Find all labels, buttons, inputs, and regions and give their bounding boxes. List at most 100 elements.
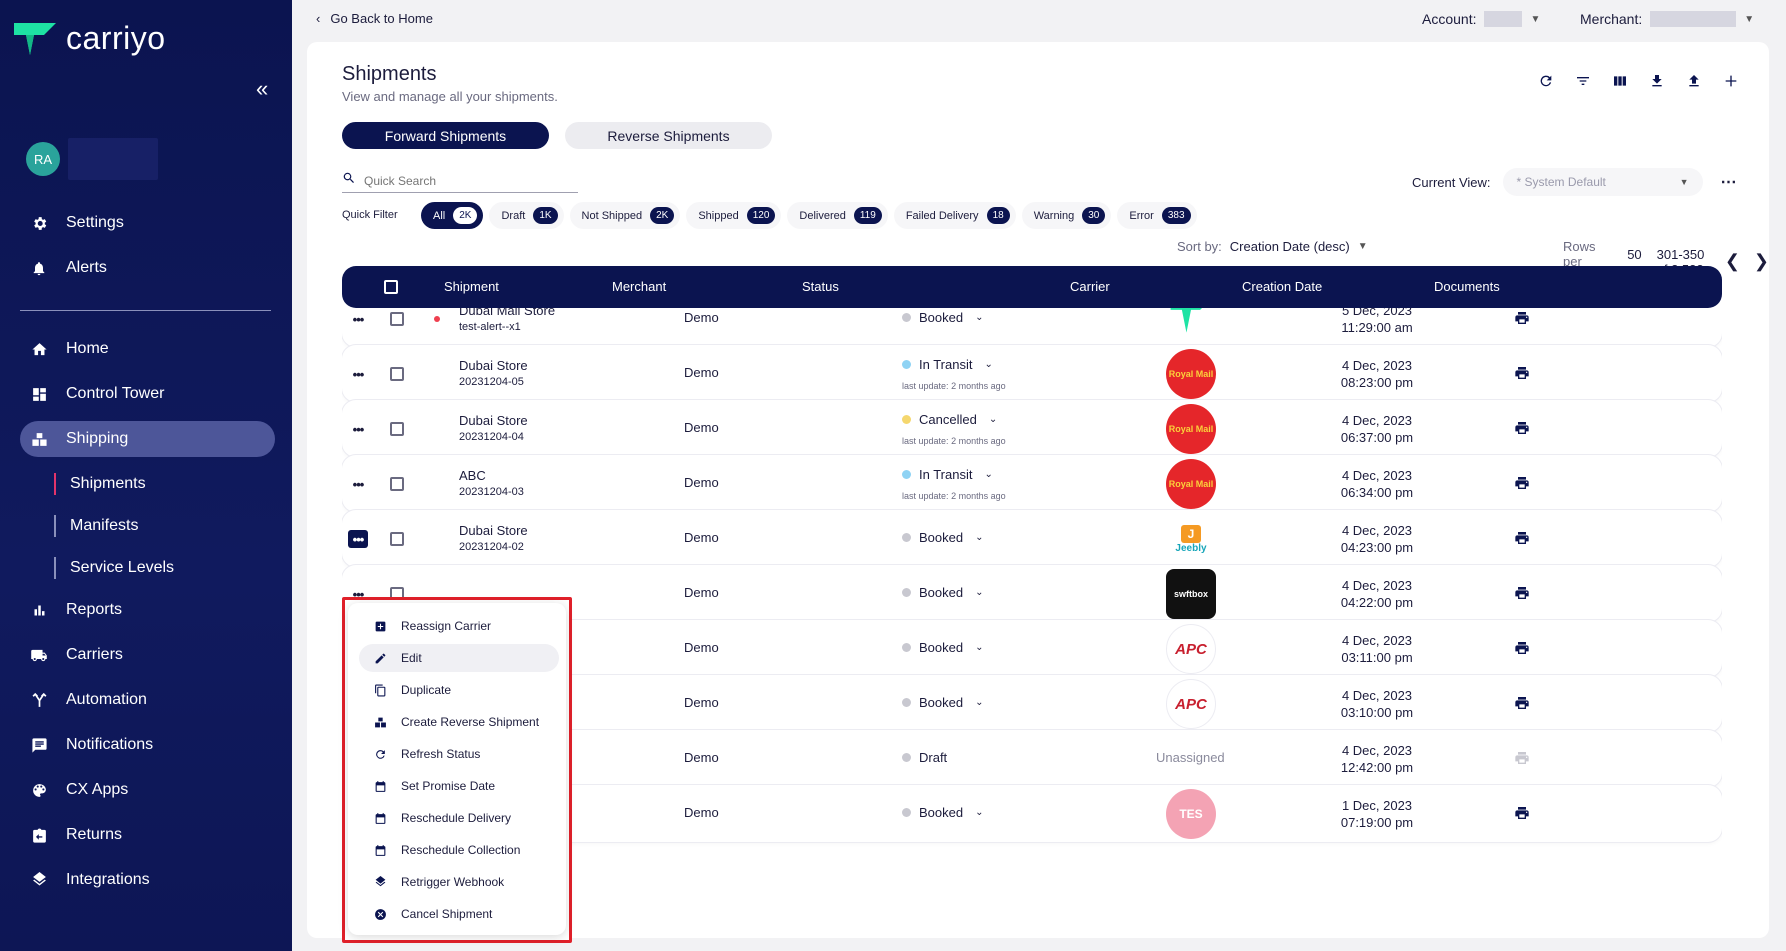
next-page-icon[interactable]: ❯	[1754, 251, 1769, 272]
menu-item-refresh-status[interactable]: Refresh Status	[359, 740, 559, 768]
table-row[interactable]: ••• Dubai Store 20231204-02 Demo Booked ⌄ J Jee…	[342, 510, 1722, 567]
print-icon[interactable]	[1514, 530, 1530, 549]
add-icon[interactable]	[1722, 72, 1739, 89]
merchant-selector[interactable]: Merchant: ▼	[1580, 11, 1754, 27]
user-profile[interactable]: RA	[26, 138, 158, 180]
shipment-cell[interactable]: Dubai Mall Store test-alert--x1	[459, 308, 555, 336]
column-header-merchant[interactable]: Merchant	[612, 279, 666, 294]
search-input[interactable]	[364, 173, 564, 188]
filter-chip-delivered[interactable]: Delivered 119	[787, 202, 888, 229]
filter-chip-shipped[interactable]: Shipped 120	[686, 202, 782, 229]
print-icon[interactable]	[1514, 420, 1530, 439]
sidebar-item-notifications[interactable]: Notifications	[20, 727, 275, 763]
menu-item-retrigger-webhook[interactable]: Retrigger Webhook	[359, 868, 559, 896]
column-header-documents[interactable]: Documents	[1434, 279, 1500, 294]
menu-item-reschedule-collection[interactable]: Reschedule Collection	[359, 836, 559, 864]
shipment-cell[interactable]: ABC 20231204-03	[459, 467, 524, 501]
row-checkbox[interactable]	[390, 422, 404, 436]
row-checkbox[interactable]	[390, 477, 404, 491]
sidebar-item-cx-apps[interactable]: CX Apps	[20, 772, 275, 808]
filter-chip-failed-delivery[interactable]: Failed Delivery 18	[893, 202, 1016, 229]
download-icon[interactable]	[1648, 72, 1665, 89]
sidebar-subitem-service-levels[interactable]: Service Levels	[54, 553, 174, 583]
filter-chip-error[interactable]: Error 383	[1117, 202, 1197, 229]
prev-page-icon[interactable]: ❮	[1725, 251, 1740, 272]
print-icon[interactable]	[1514, 805, 1530, 824]
more-options-icon[interactable]: ⋯	[1721, 172, 1737, 192]
print-icon[interactable]	[1514, 640, 1530, 659]
print-icon[interactable]	[1514, 750, 1530, 769]
shipment-cell[interactable]: Dubai Store 20231204-04	[459, 412, 528, 446]
table-row[interactable]: ••• Dubai Mall Store test-alert--x1 Demo Boo…	[342, 308, 1722, 347]
sidebar-item-shipping[interactable]: Shipping	[20, 421, 275, 457]
column-header-status[interactable]: Status	[802, 279, 839, 294]
status-dropdown[interactable]: Draft	[902, 750, 947, 765]
status-dropdown[interactable]: Booked ⌄	[902, 640, 983, 655]
sidebar-item-reports[interactable]: Reports	[20, 592, 275, 628]
status-dropdown[interactable]: Booked ⌄	[902, 695, 983, 710]
row-more-actions-icon[interactable]: •••	[348, 530, 368, 548]
print-icon[interactable]	[1514, 585, 1530, 604]
table-row[interactable]: ••• Dubai Store 20231204-04 Demo Cancelled ⌄ l…	[342, 400, 1722, 457]
column-header-shipment[interactable]: Shipment	[444, 279, 499, 294]
menu-item-create-reverse-shipment[interactable]: Create Reverse Shipment	[359, 708, 559, 736]
status-dropdown[interactable]: In Transit ⌄	[902, 467, 993, 482]
menu-item-edit[interactable]: Edit	[359, 644, 559, 672]
sidebar-item-integrations[interactable]: Integrations	[20, 862, 275, 898]
sidebar-subitem-shipments[interactable]: Shipments	[54, 469, 146, 499]
sidebar-item-carriers[interactable]: Carriers	[20, 637, 275, 673]
sidebar-item-home[interactable]: Home	[20, 331, 275, 367]
sidebar-subitem-manifests[interactable]: Manifests	[54, 511, 138, 541]
go-back-home-link[interactable]: ‹ Go Back to Home	[316, 11, 433, 26]
tab-forward-shipments[interactable]: Forward Shipments	[342, 122, 549, 149]
row-checkbox[interactable]	[390, 367, 404, 381]
print-icon[interactable]	[1514, 310, 1530, 329]
filter-chip-not-shipped[interactable]: Not Shipped 2K	[569, 202, 681, 229]
logo[interactable]: carriyo	[14, 20, 166, 57]
menu-item-reassign-carrier[interactable]: Reassign Carrier	[359, 612, 559, 640]
menu-item-set-promise-date[interactable]: Set Promise Date	[359, 772, 559, 800]
sidebar-item-control-tower[interactable]: Control Tower	[20, 376, 275, 412]
filter-chip-draft[interactable]: Draft 1K	[489, 202, 564, 229]
refresh-icon[interactable]	[1537, 72, 1554, 89]
print-icon[interactable]	[1514, 695, 1530, 714]
sidebar-item-alerts[interactable]: Alerts	[20, 250, 275, 286]
status-dropdown[interactable]: Booked ⌄	[902, 805, 983, 820]
collapse-sidebar-icon[interactable]: «	[256, 78, 268, 100]
filter-icon[interactable]	[1574, 72, 1591, 89]
sort-control[interactable]: Sort by: Creation Date (desc) ▼	[1177, 239, 1368, 254]
sidebar-item-returns[interactable]: Returns	[20, 817, 275, 853]
upload-icon[interactable]	[1685, 72, 1702, 89]
table-row[interactable]: ••• Dubai Store 20231204-05 Demo In Transit ⌄…	[342, 345, 1722, 402]
row-more-actions-icon[interactable]: •••	[348, 310, 368, 328]
column-header-creation-date[interactable]: Creation Date	[1242, 279, 1322, 294]
shipment-cell[interactable]: Dubai Store 20231204-02	[459, 522, 528, 556]
select-all-checkbox[interactable]	[384, 280, 398, 294]
row-checkbox[interactable]	[390, 532, 404, 546]
current-view-select[interactable]: * System Default ▼	[1502, 168, 1703, 196]
status-dropdown[interactable]: Cancelled ⌄	[902, 412, 997, 427]
menu-item-cancel-shipment[interactable]: Cancel Shipment	[359, 900, 559, 928]
row-more-actions-icon[interactable]: •••	[348, 365, 368, 383]
columns-icon[interactable]	[1611, 72, 1628, 89]
row-more-actions-icon[interactable]: •••	[348, 420, 368, 438]
column-header-carrier[interactable]: Carrier	[1070, 279, 1110, 294]
sidebar-item-automation[interactable]: Automation	[20, 682, 275, 718]
print-icon[interactable]	[1514, 475, 1530, 494]
status-dropdown[interactable]: In Transit ⌄	[902, 357, 993, 372]
status-dropdown[interactable]: Booked ⌄	[902, 530, 983, 545]
sidebar-item-settings[interactable]: Settings	[20, 205, 275, 241]
filter-chip-warning[interactable]: Warning 30	[1021, 202, 1112, 229]
status-dropdown[interactable]: Booked ⌄	[902, 310, 983, 325]
menu-item-duplicate[interactable]: Duplicate	[359, 676, 559, 704]
tab-reverse-shipments[interactable]: Reverse Shipments	[565, 122, 772, 149]
status-dropdown[interactable]: Booked ⌄	[902, 585, 983, 600]
row-more-actions-icon[interactable]: •••	[348, 475, 368, 493]
row-checkbox[interactable]	[390, 312, 404, 326]
shipment-cell[interactable]: Dubai Store 20231204-05	[459, 357, 528, 391]
print-icon[interactable]	[1514, 365, 1530, 384]
filter-chip-all[interactable]: All 2K	[421, 202, 484, 229]
table-row[interactable]: ••• ABC 20231204-03 Demo In Transit ⌄ last upd…	[342, 455, 1722, 512]
menu-item-reschedule-delivery[interactable]: Reschedule Delivery	[359, 804, 559, 832]
account-selector[interactable]: Account: ▼	[1422, 11, 1540, 27]
